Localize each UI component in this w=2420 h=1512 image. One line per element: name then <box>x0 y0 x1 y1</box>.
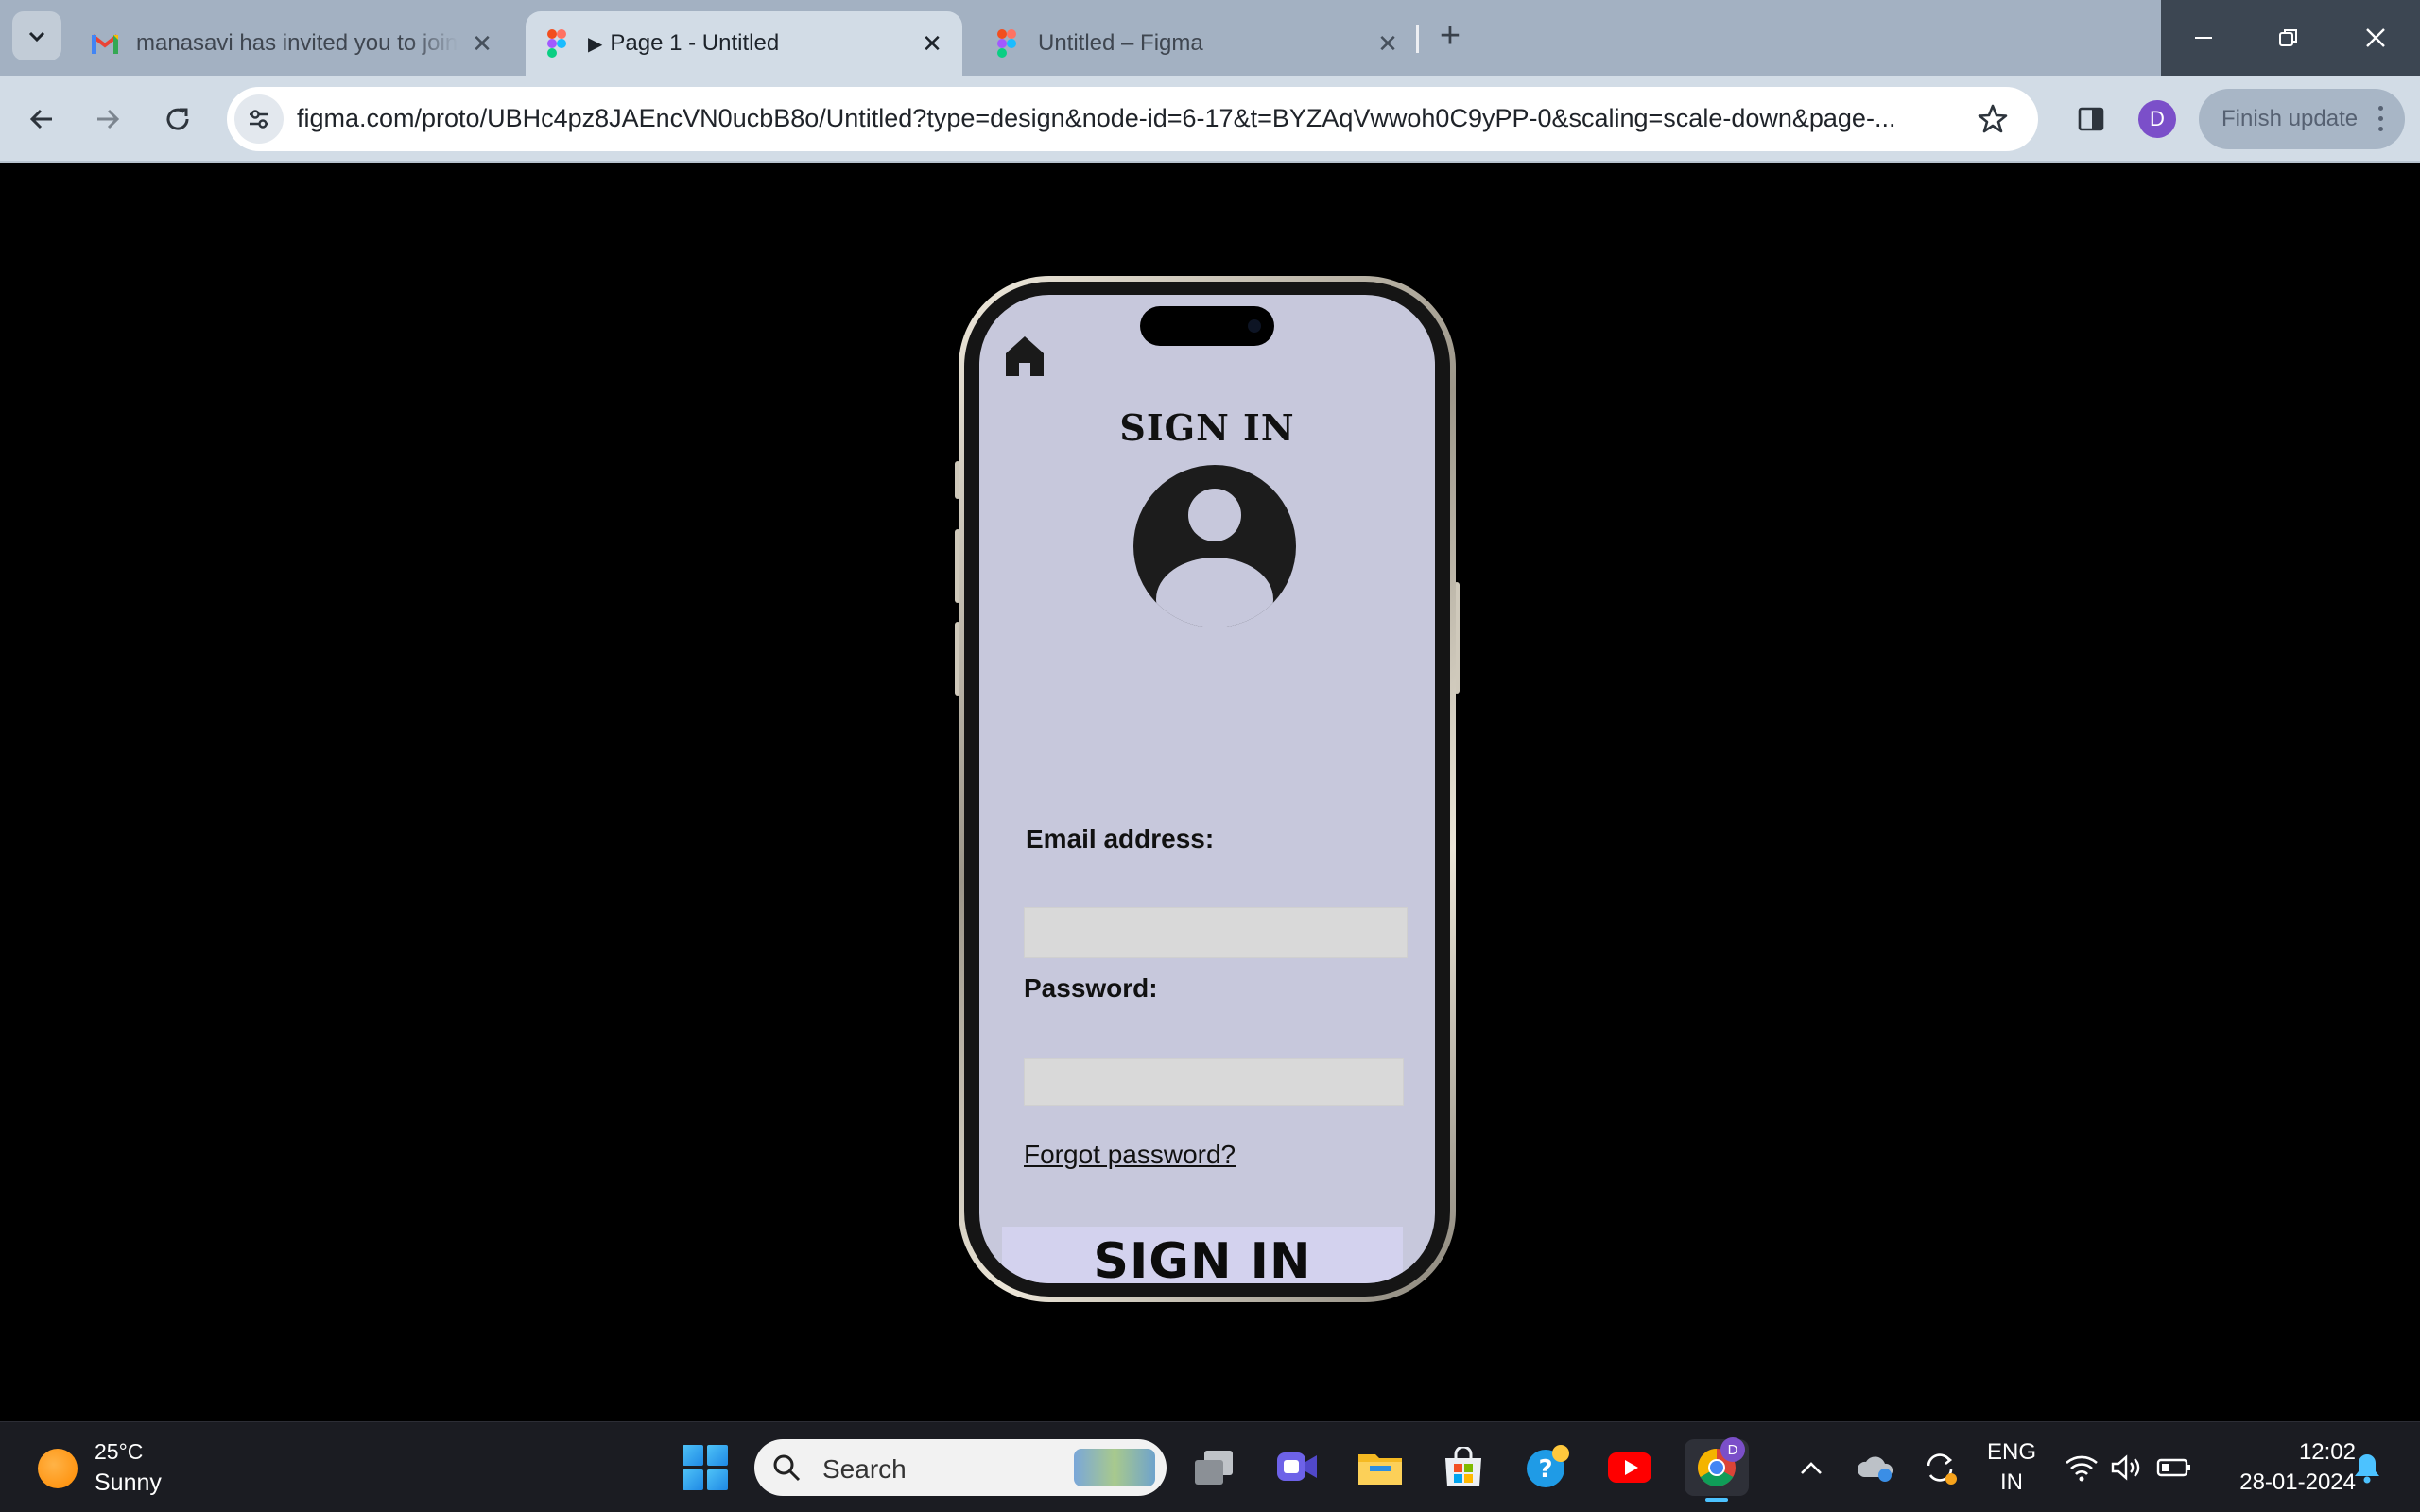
tab-gmail[interactable]: manasavi has invited you to join ✕ <box>68 11 512 76</box>
wifi-icon[interactable] <box>2061 1443 2102 1492</box>
sync-icon[interactable] <box>1919 1443 1961 1492</box>
figma-icon <box>993 29 1021 58</box>
svg-text:?: ? <box>1538 1455 1552 1484</box>
finish-update-label: Finish update <box>2221 106 2359 131</box>
search-icon <box>773 1454 801 1482</box>
search-highlight-icon <box>1074 1449 1155 1486</box>
chevron-down-icon <box>28 31 45 43</box>
taskbar-search[interactable]: Search <box>754 1439 1167 1496</box>
tab-untitled-figma[interactable]: Untitled – Figma ✕ <box>974 11 1418 76</box>
weather-temp[interactable]: 25°C <box>95 1439 143 1465</box>
restore-icon <box>2279 29 2297 46</box>
meet-video-icon[interactable] <box>1272 1443 1322 1492</box>
notification-bell-icon[interactable] <box>2346 1443 2388 1492</box>
minimize-button[interactable] <box>2161 0 2246 76</box>
new-tab-button[interactable]: + <box>1429 15 1471 57</box>
tab-search-button[interactable] <box>12 11 61 60</box>
more-vert-icon[interactable] <box>2378 106 2384 137</box>
tab-title: manasavi has invited you to join <box>136 30 458 56</box>
close-icon[interactable]: ✕ <box>919 29 945 58</box>
dynamic-island <box>1140 306 1274 346</box>
finish-update-button[interactable]: Finish update <box>2199 89 2405 149</box>
side-panel-icon[interactable] <box>2068 96 2114 142</box>
clock-date[interactable]: 28-01-2024 <box>2239 1469 2356 1496</box>
email-label: Email address: <box>1026 824 1215 853</box>
youtube-icon[interactable] <box>1605 1443 1654 1492</box>
file-explorer-icon[interactable] <box>1356 1443 1405 1492</box>
search-placeholder: Search <box>822 1454 907 1484</box>
url-text[interactable]: figma.com/proto/UBHc4pz8JAEncVN0ucbB8o/U… <box>297 104 1961 133</box>
get-help-icon[interactable]: ? <box>1524 1443 1573 1492</box>
home-icon[interactable] <box>1002 333 1047 378</box>
email-field[interactable] <box>1024 907 1408 958</box>
close-window-button[interactable] <box>2331 0 2420 76</box>
tab-strip: manasavi has invited you to join ✕ ▶ Pag… <box>0 0 2420 76</box>
close-icon[interactable]: ✕ <box>1374 29 1401 58</box>
battery-icon[interactable] <box>2152 1443 2197 1492</box>
password-field[interactable] <box>1024 1058 1404 1106</box>
camera-icon <box>1248 319 1261 333</box>
prototype-viewport: SIGN IN Email address: Password: Forgot … <box>0 163 2420 1421</box>
tab-title: Untitled – Figma <box>1038 30 1203 56</box>
restore-button[interactable] <box>2246 0 2331 76</box>
arrow-left-icon <box>29 109 52 129</box>
address-bar[interactable]: figma.com/proto/UBHc4pz8JAEncVN0ucbB8o/U… <box>227 87 2038 151</box>
tab-title: Page 1 - Untitled <box>610 30 780 56</box>
windows-start-icon[interactable] <box>683 1445 728 1490</box>
arrow-right-icon <box>97 109 120 129</box>
onedrive-icon[interactable] <box>1855 1443 1896 1492</box>
task-view-icon[interactable] <box>1189 1443 1238 1492</box>
chrome-profile-badge: D <box>1720 1437 1745 1462</box>
taskbar: 25°C Sunny Search ? D ENG IN 12:02 28-01… <box>0 1421 2420 1512</box>
page-title: SIGN IN <box>1119 406 1295 449</box>
close-icon[interactable]: ✕ <box>469 29 495 58</box>
profile-avatar[interactable]: D <box>2138 100 2176 138</box>
gmail-icon <box>91 29 119 58</box>
volume-icon[interactable] <box>2106 1443 2148 1492</box>
forward-button[interactable] <box>85 96 130 142</box>
browser-toolbar: figma.com/proto/UBHc4pz8JAEncVN0ucbB8o/U… <box>0 76 2420 163</box>
weather-sun-icon[interactable] <box>38 1449 78 1488</box>
back-button[interactable] <box>19 96 64 142</box>
tab-separator <box>1416 25 1419 53</box>
password-label: Password: <box>1024 973 1158 1003</box>
active-indicator <box>1705 1498 1728 1502</box>
reload-icon <box>166 108 189 130</box>
play-icon: ▶ <box>588 33 603 55</box>
language-indicator[interactable]: ENG <box>1983 1439 2040 1466</box>
weather-condition[interactable]: Sunny <box>95 1469 162 1497</box>
minimize-icon <box>2195 37 2212 39</box>
sign-in-button[interactable]: SIGN IN <box>1002 1227 1403 1283</box>
chrome-icon[interactable]: D <box>1685 1437 1749 1502</box>
chevron-up-icon[interactable] <box>1792 1443 1830 1492</box>
forgot-password-link[interactable]: Forgot password? <box>1024 1140 1236 1170</box>
language-region[interactable]: IN <box>1983 1469 2040 1496</box>
figma-icon <box>543 29 571 58</box>
site-info-icon[interactable] <box>234 94 284 144</box>
microsoft-store-icon[interactable] <box>1439 1443 1488 1492</box>
tab-page-1-untitled[interactable]: ▶ Page 1 - Untitled ✕ <box>526 11 962 76</box>
bookmark-star-icon[interactable] <box>1974 100 2012 138</box>
reload-button[interactable] <box>155 96 200 142</box>
phone-screen: SIGN IN Email address: Password: Forgot … <box>979 295 1435 1283</box>
user-avatar-icon <box>1133 465 1296 627</box>
close-icon <box>2366 28 2385 47</box>
